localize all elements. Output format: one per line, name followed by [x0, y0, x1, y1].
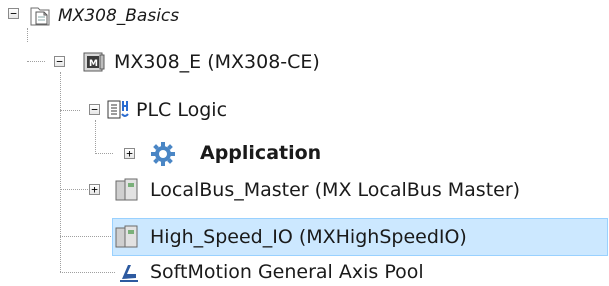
node-label-project[interactable]: MX308_Basics [58, 4, 179, 28]
plc-logic-icon [106, 98, 130, 122]
tree-connector [27, 61, 45, 62]
tree-connector [60, 189, 90, 190]
node-label-localbus[interactable]: LocalBus_Master (MX LocalBus Master) [150, 178, 520, 202]
svg-text:M: M [89, 59, 98, 69]
node-label-application[interactable]: Application [200, 141, 321, 165]
tree-connector [60, 110, 80, 111]
tree-connector [60, 272, 115, 273]
node-label-high-speed-io[interactable]: High_Speed_IO (MXHighSpeedIO) [150, 225, 467, 249]
tree-connector [95, 153, 113, 154]
node-label-axis-pool[interactable]: SoftMotion General Axis Pool [150, 260, 424, 284]
node-label-plc-logic[interactable]: PLC Logic [136, 98, 227, 122]
tree-connector [27, 28, 28, 42]
tree-connector [95, 120, 96, 152]
collapse-toggle[interactable]: − [89, 104, 100, 115]
expand-toggle[interactable]: + [124, 148, 135, 159]
tree-connector [60, 72, 61, 272]
tree-connector [60, 236, 115, 237]
collapse-toggle[interactable]: − [54, 56, 65, 67]
module-icon [114, 177, 138, 201]
module-icon [114, 224, 138, 248]
expand-toggle[interactable]: + [89, 184, 100, 195]
node-label-controller[interactable]: MX308_E (MX308-CE) [114, 50, 320, 74]
controller-device-icon: M [82, 50, 106, 74]
application-gear-icon [150, 141, 175, 166]
collapse-toggle[interactable]: − [8, 8, 19, 19]
project-icon [28, 4, 52, 28]
axis-pool-icon [118, 261, 142, 285]
device-tree: − MX308_Basics − M MX308_E (MX308-CE) − [0, 0, 609, 286]
